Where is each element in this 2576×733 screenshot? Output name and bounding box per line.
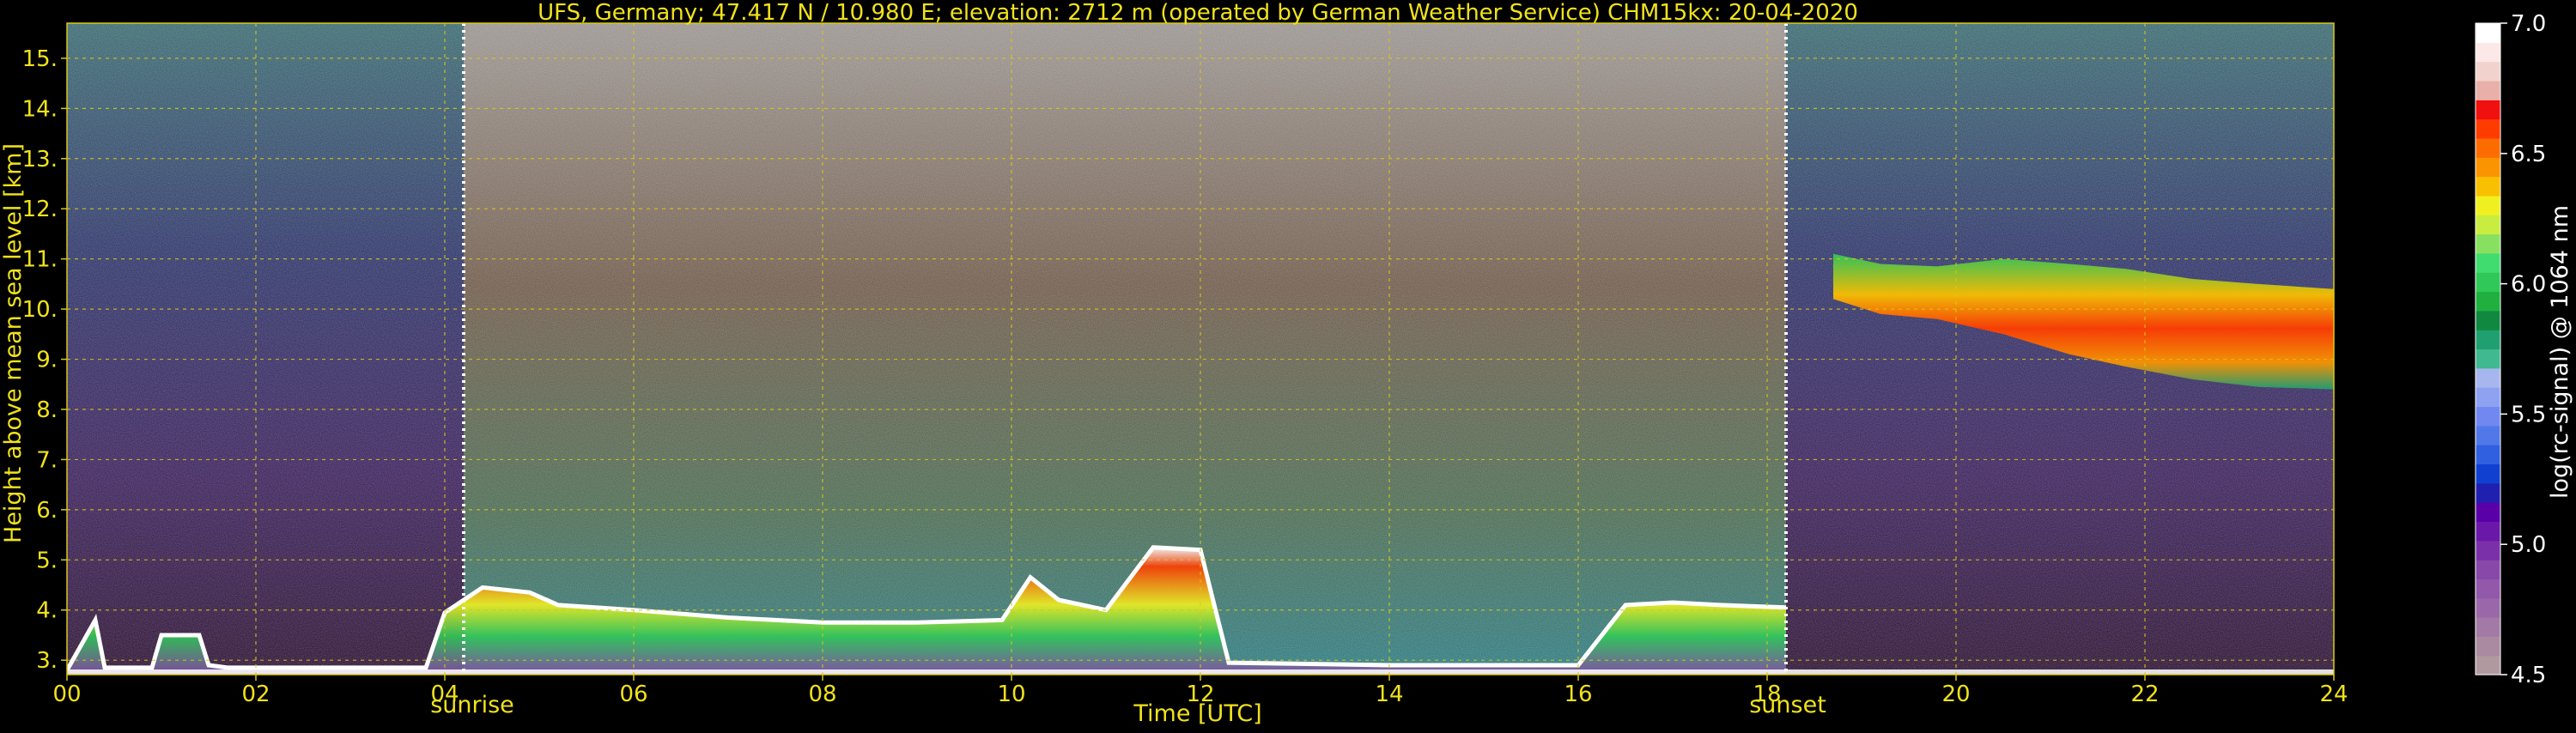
ceilometer-chart: UFS, Germany; 47.417 N / 10.980 E; eleva… — [0, 0, 2576, 730]
y-tick-label: 4. — [36, 598, 58, 624]
colorbar-segment — [2476, 425, 2500, 445]
colorbar-segment — [2476, 579, 2500, 599]
colorbar-tick-label: 6.5 — [2511, 142, 2546, 167]
colorbar-segment — [2476, 655, 2500, 675]
colorbar-segment — [2476, 272, 2500, 293]
colorbar-segment — [2476, 617, 2500, 637]
x-tick-label: 12 — [1186, 682, 1214, 707]
x-tick-label: 06 — [619, 682, 647, 707]
y-tick-label: 9. — [36, 348, 58, 373]
colorbar-tick-label: 6.0 — [2511, 272, 2546, 298]
y-tick-label: 5. — [36, 548, 58, 573]
x-tick-label: 10 — [997, 682, 1025, 707]
x-tick-label: 04 — [430, 682, 459, 707]
colorbar-segment — [2476, 463, 2500, 484]
colorbar-segment — [2476, 482, 2500, 503]
colorbar-segment — [2476, 137, 2500, 158]
x-tick-label: 18 — [1753, 682, 1781, 707]
y-tick-label: 10. — [22, 297, 58, 323]
colorbar-segment — [2476, 636, 2500, 657]
y-tick-label: 13. — [22, 147, 58, 173]
colorbar-segment — [2476, 348, 2500, 369]
colorbar-segment — [2476, 291, 2500, 312]
colorbar-segment — [2476, 502, 2500, 523]
colorbar-segment — [2476, 42, 2500, 63]
colorbar-segment — [2476, 176, 2500, 197]
colorbar-segment — [2476, 540, 2500, 560]
chart-title: UFS, Germany; 47.417 N / 10.980 E; eleva… — [538, 0, 1858, 26]
colorbar-tick-label: 4.5 — [2511, 663, 2546, 688]
chart-svg: UFS, Germany; 47.417 N / 10.980 E; eleva… — [0, 0, 2573, 727]
y-tick-label: 6. — [36, 498, 58, 524]
colorbar-segment — [2476, 80, 2500, 100]
colorbar-segment — [2476, 100, 2500, 120]
colorbar: 4.5 5.0 5.5 6.0 6.5 7.0 — [2475, 11, 2546, 688]
y-tick-label: 14. — [22, 96, 58, 122]
x-tick-label: 22 — [2130, 682, 2159, 707]
colorbar-label: log(rc-signal) @ 1064 nm — [2547, 205, 2573, 499]
x-tick-label: 08 — [808, 682, 836, 707]
colorbar-segment — [2476, 521, 2500, 542]
colorbar-tick-label: 5.5 — [2511, 402, 2546, 427]
x-tick-label: 14 — [1375, 682, 1403, 707]
colorbar-segment — [2476, 252, 2500, 273]
y-tick-label: 7. — [36, 447, 58, 473]
colorbar-segment — [2476, 195, 2500, 215]
colorbar-segment — [2476, 367, 2500, 388]
x-tick-label: 20 — [1941, 682, 1970, 707]
colorbar-segment — [2476, 387, 2500, 408]
colorbar-segment — [2476, 233, 2500, 254]
y-tick-label: 12. — [22, 197, 58, 222]
colorbar-segment — [2476, 310, 2500, 330]
colorbar-tick-label: 5.0 — [2511, 532, 2546, 558]
y-tick-label: 15. — [22, 46, 58, 72]
x-tick-label: 00 — [52, 682, 81, 707]
y-tick-label: 8. — [36, 397, 58, 423]
colorbar-segment — [2476, 23, 2500, 43]
colorbar-segment — [2476, 215, 2500, 235]
x-tick-label: 16 — [1564, 682, 1592, 707]
colorbar-segment — [2476, 560, 2500, 579]
colorbar-segment — [2476, 330, 2500, 350]
colorbar-tick-label: 7.0 — [2511, 11, 2546, 37]
x-tick-label: 02 — [241, 682, 270, 707]
colorbar-segment — [2476, 445, 2500, 465]
x-tick-label: 24 — [2319, 682, 2348, 707]
colorbar-segment — [2476, 597, 2500, 618]
y-tick-label: 11. — [22, 247, 58, 273]
colorbar-segment — [2476, 406, 2500, 427]
colorbar-segment — [2476, 118, 2500, 139]
colorbar-segment — [2476, 157, 2500, 178]
y-tick-label: 3. — [36, 648, 58, 674]
colorbar-segment — [2476, 61, 2500, 82]
